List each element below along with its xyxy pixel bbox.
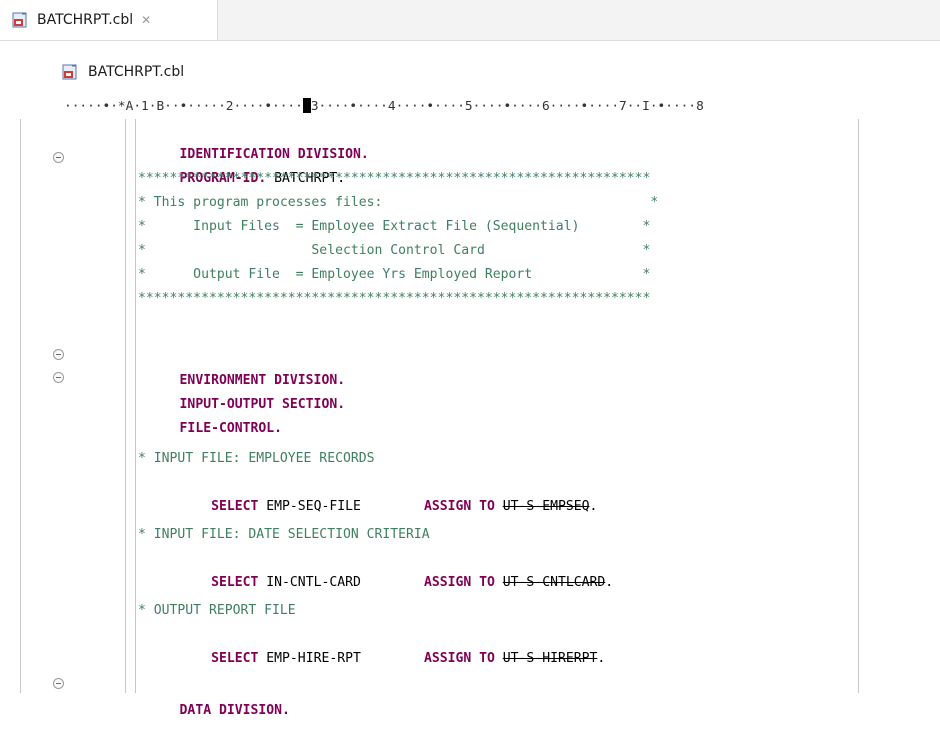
comment-line: * INPUT FILE: DATE SELECTION CRITERIA [138, 527, 430, 542]
comment-line: * OUTPUT REPORT FILE [138, 603, 296, 618]
breadcrumb-file-label: BATCHRPT.cbl [88, 64, 185, 80]
editor-left-border [20, 119, 21, 693]
keyword: SELECT [179, 575, 259, 590]
cobol-file-icon [12, 12, 27, 28]
code-line: PROGRAM-ID. BATCHRPT. [148, 143, 346, 186]
period: . [589, 499, 598, 514]
code-line: SELECT IN-CNTL-CARD ASSIGN TO UT-S-CNTLC… [148, 547, 613, 590]
keyword: DATA DIVISION. [179, 703, 290, 718]
code-line: IDENTIFICATION DIVISION. [148, 119, 369, 162]
code-line: INPUT-OUTPUT SECTION. [148, 369, 346, 412]
collapse-icon[interactable] [53, 678, 64, 689]
collapse-icon[interactable] [53, 349, 64, 360]
file-identifier: EMP-SEQ-FILE [258, 499, 424, 514]
collapse-icon[interactable] [53, 372, 64, 383]
code-line: SELECT EMP-SEQ-FILE ASSIGN TO UT-S-EMPSE… [148, 471, 597, 514]
comment-line: * Selection Control Card * [138, 243, 651, 258]
comment-line: ****************************************… [138, 291, 651, 306]
code-line: ENVIRONMENT DIVISION. [148, 345, 346, 388]
deprecated-identifier: UT-S-EMPSEQ [502, 499, 590, 514]
comment-line: ****************************************… [138, 171, 651, 186]
ruler-right: 3····•····4····•····5····•····6····•····… [310, 99, 704, 114]
comment-line: * This program processes files: * [138, 195, 659, 210]
ruler-cursor-marker [302, 98, 311, 113]
tab-label: BATCHRPT.cbl [37, 12, 134, 28]
close-icon[interactable]: ✕ [141, 13, 151, 27]
keyword: ASSIGN TO [423, 499, 495, 514]
indicator-area-guide [135, 119, 136, 693]
code-line: SELECT EMP-HIRE-RPT ASSIGN TO UT-S-HIRER… [148, 623, 605, 666]
editor-tab-bar: BATCHRPT.cbl ✕ [0, 0, 940, 41]
comment-line: * Output File = Employee Yrs Employed Re… [138, 267, 651, 282]
code-line: FILE-CONTROL. [148, 393, 282, 436]
period: . [597, 651, 606, 666]
right-margin-guide [858, 119, 859, 693]
column-ruler: ·····•·*A·1·B··•·····2····•···· 3····•···… [64, 96, 940, 118]
comment-line: * INPUT FILE: EMPLOYEE RECORDS [138, 451, 375, 466]
file-identifier: EMP-HIRE-RPT [258, 651, 424, 666]
sequence-area-guide [125, 119, 126, 693]
keyword: ASSIGN TO [423, 651, 495, 666]
ruler-left: ·····•·*A·1·B··•·····2····•···· [64, 99, 303, 114]
breadcrumb[interactable]: BATCHRPT.cbl [62, 60, 184, 84]
collapse-icon[interactable] [53, 152, 64, 163]
keyword: SELECT [179, 651, 259, 666]
deprecated-identifier: UT-S-CNTLCARD [502, 575, 606, 590]
tab-batchrpt[interactable]: BATCHRPT.cbl ✕ [0, 0, 218, 40]
period: . [605, 575, 614, 590]
keyword: ASSIGN TO [423, 575, 495, 590]
comment-line: * Input Files = Employee Extract File (S… [138, 219, 651, 234]
file-identifier: IN-CNTL-CARD [258, 575, 424, 590]
keyword: SELECT [179, 499, 259, 514]
deprecated-identifier: UT-S-HIRERPT [502, 651, 598, 666]
code-line: DATA DIVISION. [148, 675, 290, 718]
cobol-file-icon [62, 64, 77, 80]
keyword: FILE-CONTROL. [179, 421, 283, 436]
